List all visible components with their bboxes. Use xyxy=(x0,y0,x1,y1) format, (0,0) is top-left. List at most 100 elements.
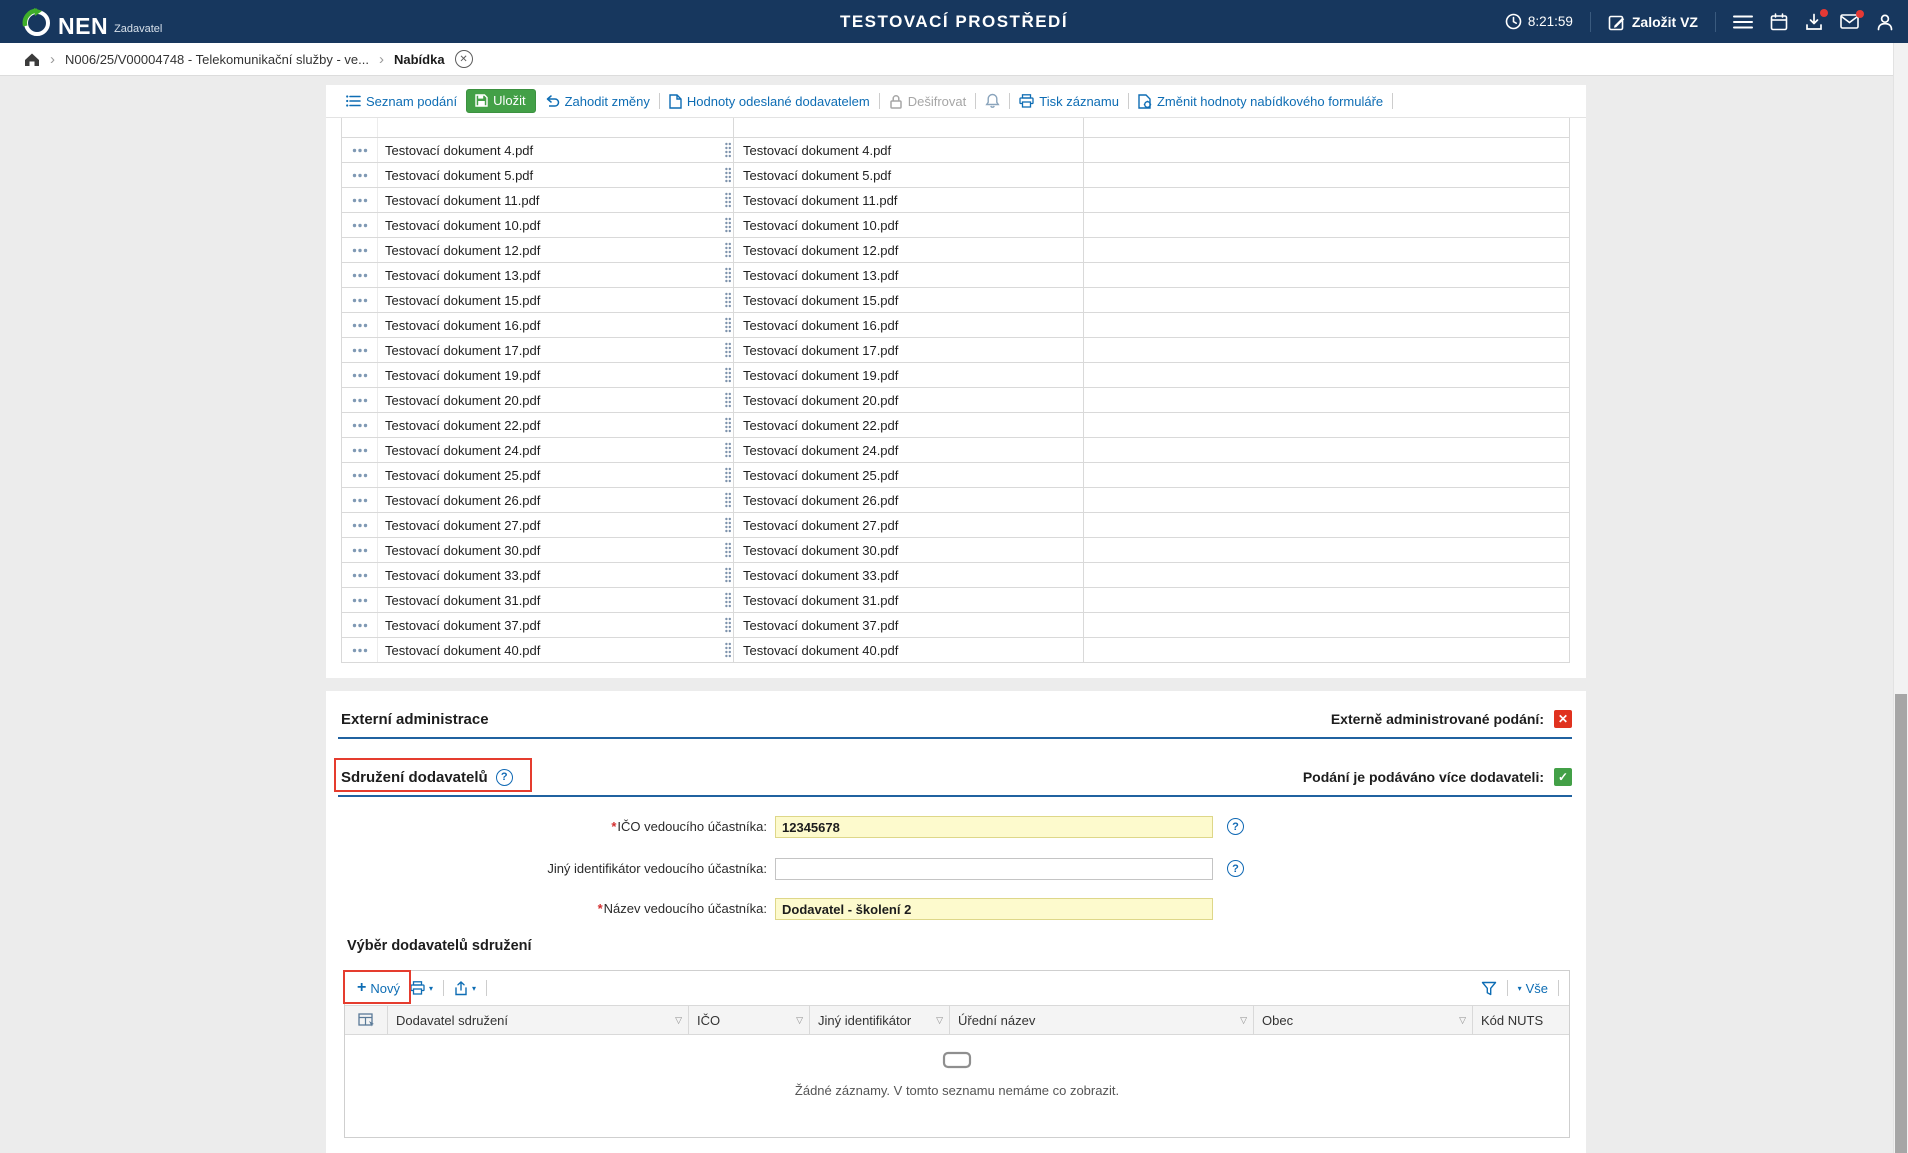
drag-handle-icon[interactable] xyxy=(724,542,732,559)
downloads-button[interactable] xyxy=(1805,8,1828,31)
document-name[interactable]: Testovací dokument 16.pdf xyxy=(385,318,540,333)
help-icon[interactable]: ? xyxy=(1227,860,1244,877)
scrollbar-thumb[interactable] xyxy=(1895,694,1907,1153)
row-options-button[interactable] xyxy=(342,463,378,487)
column-header-jiny-identifikator[interactable]: Jiný identifikátor ▽ xyxy=(810,1006,950,1034)
row-options-button[interactable] xyxy=(342,563,378,587)
row-options-button[interactable] xyxy=(342,213,378,237)
show-all-button[interactable]: ▾ Vše xyxy=(1518,981,1548,996)
drag-handle-icon[interactable] xyxy=(724,217,732,234)
document-name[interactable]: Testovací dokument 11.pdf xyxy=(385,193,539,208)
decrypt-button[interactable]: Dešifrovat xyxy=(889,94,966,109)
row-options-button[interactable] xyxy=(342,163,378,187)
home-icon[interactable] xyxy=(24,52,40,67)
row-options-button[interactable] xyxy=(342,388,378,412)
drag-handle-icon[interactable] xyxy=(724,417,732,434)
row-options-button[interactable] xyxy=(342,313,378,337)
export-button[interactable]: ▾ xyxy=(454,980,476,996)
vertical-scrollbar[interactable] xyxy=(1893,43,1908,1153)
column-header-obec[interactable]: Obec ▽ xyxy=(1254,1006,1473,1034)
document-name[interactable]: Testovací dokument 24.pdf xyxy=(385,443,540,458)
drag-handle-icon[interactable] xyxy=(724,642,732,659)
help-icon[interactable]: ? xyxy=(1227,818,1244,835)
app-logo[interactable]: NEN Zadavatel xyxy=(22,0,162,43)
discard-changes-button[interactable]: Zahodit změny xyxy=(545,94,650,109)
row-options-button[interactable] xyxy=(342,288,378,312)
close-tab-icon[interactable]: ✕ xyxy=(454,50,473,68)
filter-caret-icon[interactable]: ▽ xyxy=(1459,1015,1472,1026)
column-header-dodavatel[interactable]: Dodavatel sdružení ▽ xyxy=(388,1006,689,1034)
document-name[interactable]: Testovací dokument 20.pdf xyxy=(385,393,540,408)
user-profile-button[interactable] xyxy=(1876,13,1894,31)
document-name[interactable]: Testovací dokument 12.pdf xyxy=(385,243,540,258)
column-header-ico[interactable]: IČO ▽ xyxy=(689,1006,810,1034)
row-options-button[interactable] xyxy=(342,638,378,662)
row-options-button[interactable] xyxy=(342,363,378,387)
row-options-button[interactable] xyxy=(342,263,378,287)
drag-handle-icon[interactable] xyxy=(724,317,732,334)
filter-caret-icon[interactable]: ▽ xyxy=(796,1015,809,1026)
column-header-kod-nuts[interactable]: Kód NUTS xyxy=(1473,1006,1569,1034)
new-supplier-button[interactable]: + Nový xyxy=(357,980,400,996)
row-options-button[interactable] xyxy=(342,588,378,612)
row-options-button[interactable] xyxy=(342,413,378,437)
document-name[interactable]: Testovací dokument 19.pdf xyxy=(385,368,540,383)
document-name[interactable]: Testovací dokument 25.pdf xyxy=(385,468,540,483)
row-options-button[interactable] xyxy=(342,438,378,462)
document-name[interactable]: Testovací dokument 17.pdf xyxy=(385,343,540,358)
row-options-button[interactable] xyxy=(342,538,378,562)
change-form-values-button[interactable]: Změnit hodnoty nabídkového formuláře xyxy=(1138,94,1383,109)
messages-button[interactable] xyxy=(1840,10,1864,29)
drag-handle-icon[interactable] xyxy=(724,192,732,209)
document-name[interactable]: Testovací dokument 22.pdf xyxy=(385,418,540,433)
drag-handle-icon[interactable] xyxy=(724,267,732,284)
row-options-button[interactable] xyxy=(342,338,378,362)
column-settings-button[interactable] xyxy=(345,1006,388,1034)
drag-handle-icon[interactable] xyxy=(724,492,732,509)
drag-handle-icon[interactable] xyxy=(724,592,732,609)
print-grid-button[interactable]: ▾ xyxy=(410,981,433,995)
row-options-button[interactable] xyxy=(342,138,378,162)
filter-caret-icon[interactable]: ▽ xyxy=(1240,1015,1253,1026)
print-record-button[interactable]: Tisk záznamu xyxy=(1019,94,1119,109)
filter-icon[interactable] xyxy=(1481,981,1497,996)
column-header-uredni-nazev[interactable]: Úřední název ▽ xyxy=(950,1006,1254,1034)
filter-caret-icon[interactable]: ▽ xyxy=(675,1015,688,1026)
drag-handle-icon[interactable] xyxy=(724,517,732,534)
drag-handle-icon[interactable] xyxy=(724,167,732,184)
row-options-button[interactable] xyxy=(342,513,378,537)
document-name[interactable]: Testovací dokument 5.pdf xyxy=(385,168,533,183)
row-options-button[interactable] xyxy=(342,238,378,262)
document-name[interactable]: Testovací dokument 37.pdf xyxy=(385,618,540,633)
document-name[interactable]: Testovací dokument 31.pdf xyxy=(385,593,540,608)
drag-handle-icon[interactable] xyxy=(724,242,732,259)
document-name[interactable]: Testovací dokument 27.pdf xyxy=(385,518,540,533)
document-name[interactable]: Testovací dokument 13.pdf xyxy=(385,268,540,283)
calendar-button[interactable] xyxy=(1770,12,1788,31)
row-options-button[interactable] xyxy=(342,613,378,637)
document-name[interactable]: Testovací dokument 4.pdf xyxy=(385,143,533,158)
document-name[interactable]: Testovací dokument 33.pdf xyxy=(385,568,540,583)
notifications-bell-button[interactable] xyxy=(985,93,1000,109)
breadcrumb-procurement[interactable]: N006/25/V00004748 - Telekomunikační služ… xyxy=(65,52,369,67)
supplier-values-button[interactable]: Hodnoty odeslané dodavatelem xyxy=(669,94,870,109)
help-icon[interactable]: ? xyxy=(495,768,513,786)
document-name[interactable]: Testovací dokument 26.pdf xyxy=(385,493,540,508)
save-button[interactable]: Uložit xyxy=(466,89,536,113)
document-name[interactable]: Testovací dokument 30.pdf xyxy=(385,543,540,558)
external-checkbox-unchecked[interactable]: ✕ xyxy=(1554,710,1572,728)
menu-button[interactable] xyxy=(1733,14,1753,30)
leader-name-field[interactable] xyxy=(775,898,1213,920)
document-name[interactable]: Testovací dokument 15.pdf xyxy=(385,293,540,308)
other-identifier-field[interactable] xyxy=(775,858,1213,880)
drag-handle-icon[interactable] xyxy=(724,392,732,409)
multiple-suppliers-checkbox-checked[interactable]: ✓ xyxy=(1554,768,1572,786)
drag-handle-icon[interactable] xyxy=(724,617,732,634)
create-vz-button[interactable]: Založit VZ xyxy=(1608,13,1698,31)
drag-handle-icon[interactable] xyxy=(724,142,732,159)
drag-handle-icon[interactable] xyxy=(724,467,732,484)
document-name[interactable]: Testovací dokument 10.pdf xyxy=(385,218,540,233)
drag-handle-icon[interactable] xyxy=(724,342,732,359)
drag-handle-icon[interactable] xyxy=(724,367,732,384)
drag-handle-icon[interactable] xyxy=(724,567,732,584)
